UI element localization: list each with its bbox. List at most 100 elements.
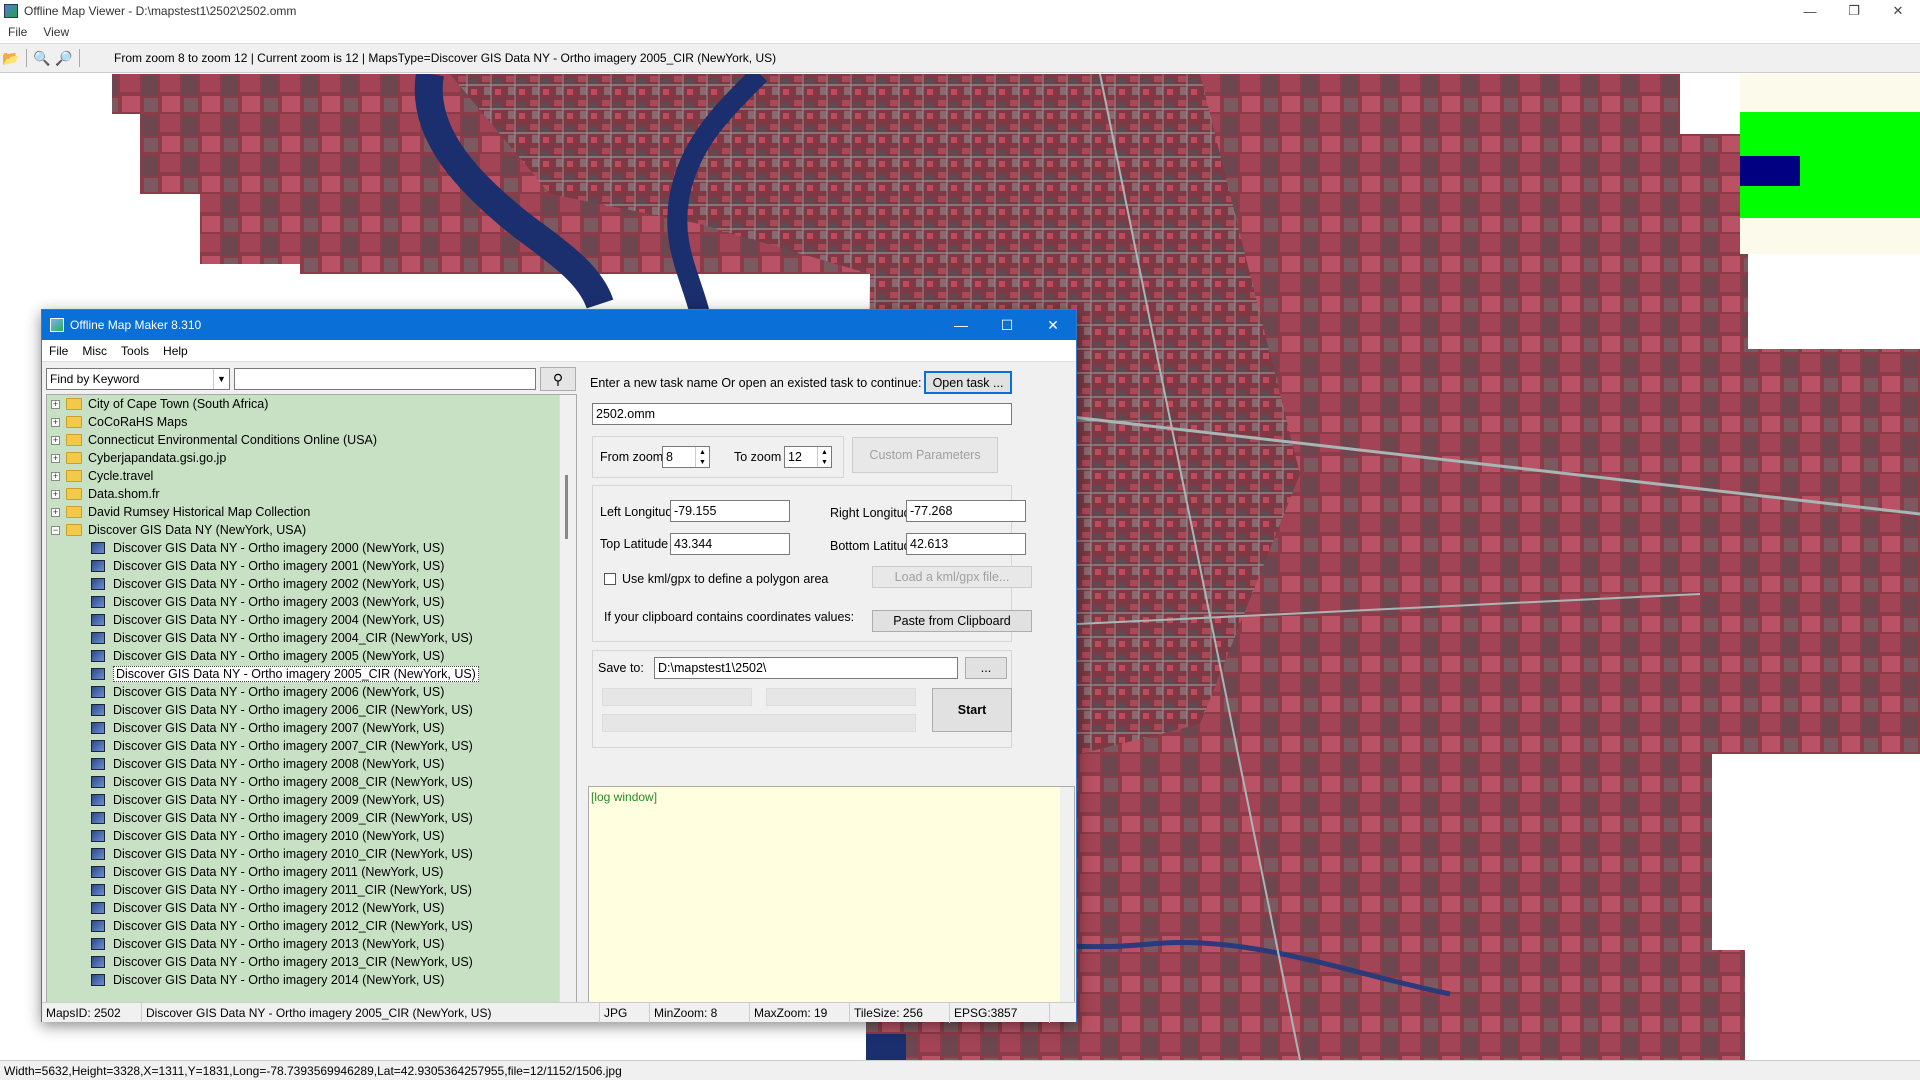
tree-map-item[interactable]: Discover GIS Data NY - Ortho imagery 201…	[47, 845, 576, 863]
tree-folder-item[interactable]: + Data.shom.fr	[47, 485, 576, 503]
expand-icon[interactable]: +	[51, 417, 60, 427]
tree-map-item[interactable]: Discover GIS Data NY - Ortho imagery 200…	[47, 791, 576, 809]
chevron-down-icon[interactable]: ▼	[699, 459, 706, 466]
tree-map-item[interactable]: Discover GIS Data NY - Ortho imagery 200…	[47, 647, 576, 665]
search-button[interactable]: ⚲	[540, 367, 576, 391]
tree-map-item[interactable]: Discover GIS Data NY - Ortho imagery 200…	[47, 773, 576, 791]
tree-map-item[interactable]: Discover GIS Data NY - Ortho imagery 200…	[47, 611, 576, 629]
status-min-zoom: MinZoom: 8	[650, 1002, 750, 1023]
restore-icon[interactable]: ❐	[1832, 0, 1876, 22]
tree-map-item[interactable]: Discover GIS Data NY - Ortho imagery 201…	[47, 935, 576, 953]
to-zoom-spin[interactable]: ▲ ▼	[817, 447, 831, 467]
map-source-tree[interactable]: + City of Cape Town (South Africa) + CoCoRa…	[46, 394, 577, 1008]
expand-icon[interactable]: +	[51, 507, 60, 517]
offline-map-maker-dialog: Offline Map Maker 8.310 — ☐ ✕ File Misc …	[41, 309, 1077, 1023]
tree-map-item[interactable]: Discover GIS Data NY - Ortho imagery 200…	[47, 809, 576, 827]
start-button[interactable]: Start	[932, 688, 1012, 732]
to-zoom-stepper[interactable]: 12 ▲ ▼	[784, 446, 832, 468]
tree-map-item[interactable]: Discover GIS Data NY - Ortho imagery 200…	[47, 683, 576, 701]
close-icon[interactable]: ✕	[1876, 0, 1920, 22]
task-name-input[interactable]: 2502.omm	[592, 403, 1012, 425]
open-folder-icon[interactable]: 📂	[0, 47, 22, 69]
viewer-statusbar: Width=5632,Height=3328,X=1311,Y=1831,Lon…	[0, 1060, 1920, 1080]
top-latitude-input[interactable]: 43.344	[670, 533, 790, 555]
log-scrollbar[interactable]	[1060, 787, 1074, 1007]
left-longitude-input[interactable]: -79.155	[670, 500, 790, 522]
paste-from-clipboard-button[interactable]: Paste from Clipboard	[872, 610, 1032, 632]
dialog-close-icon[interactable]: ✕	[1030, 310, 1076, 340]
right-longitude-input[interactable]: -77.268	[906, 500, 1026, 522]
tree-map-item[interactable]: Discover GIS Data NY - Ortho imagery 200…	[47, 593, 576, 611]
log-window[interactable]: [log window]	[588, 786, 1075, 1008]
chevron-down-icon[interactable]: ▼	[213, 369, 229, 389]
tree-map-item[interactable]: Discover GIS Data NY - Ortho imagery 200…	[47, 557, 576, 575]
tree-folder-item[interactable]: + Cycle.travel	[47, 467, 576, 485]
map-layer-icon	[91, 830, 105, 842]
save-to-input[interactable]: D:\mapstest1\2502\	[654, 657, 958, 679]
from-zoom-spin[interactable]: ▲ ▼	[695, 447, 709, 467]
tree-map-item[interactable]: Discover GIS Data NY - Ortho imagery 201…	[47, 917, 576, 935]
kml-checkbox[interactable]	[604, 573, 616, 585]
open-task-button[interactable]: Open task ...	[924, 371, 1012, 394]
tree-map-item[interactable]: Discover GIS Data NY - Ortho imagery 201…	[47, 899, 576, 917]
tree-item-label: Discover GIS Data NY - Ortho imagery 200…	[113, 685, 445, 699]
chevron-up-icon[interactable]: ▲	[699, 449, 706, 456]
custom-parameters-button[interactable]: Custom Parameters	[852, 437, 998, 473]
tree-folder-item[interactable]: + David Rumsey Historical Map Collection	[47, 503, 576, 521]
dialog-menu-file[interactable]: File	[42, 344, 75, 358]
map-layer-icon	[91, 542, 105, 554]
tree-map-item[interactable]: Discover GIS Data NY - Ortho imagery 200…	[47, 539, 576, 557]
tree-map-item[interactable]: Discover GIS Data NY - Ortho imagery 200…	[47, 701, 576, 719]
tree-item-label: Discover GIS Data NY - Ortho imagery 200…	[113, 577, 445, 591]
tree-map-item[interactable]: Discover GIS Data NY - Ortho imagery 201…	[47, 827, 576, 845]
search-input[interactable]	[234, 368, 536, 390]
tree-folder-item[interactable]: − Discover GIS Data NY (NewYork, USA)	[47, 521, 576, 539]
map-layer-icon	[91, 884, 105, 896]
tree-folder-item[interactable]: + CoCoRaHS Maps	[47, 413, 576, 431]
from-zoom-stepper[interactable]: 8 ▲ ▼	[662, 446, 710, 468]
tree-map-item[interactable]: Discover GIS Data NY - Ortho imagery 201…	[47, 881, 576, 899]
tree-folder-item[interactable]: + Cyberjapandata.gsi.go.jp	[47, 449, 576, 467]
tree-map-item[interactable]: Discover GIS Data NY - Ortho imagery 200…	[47, 575, 576, 593]
expand-icon[interactable]: +	[51, 471, 60, 481]
zoom-out-icon[interactable]: 🔍	[31, 47, 53, 69]
keyword-select[interactable]: Find by Keyword ▼	[46, 368, 230, 390]
viewer-menu-view[interactable]: View	[35, 25, 77, 39]
tree-scrollbar-thumb[interactable]	[565, 475, 568, 539]
expand-icon[interactable]: +	[51, 399, 60, 409]
tree-folder-item[interactable]: + Connecticut Environmental Conditions On…	[47, 431, 576, 449]
viewer-menu-file[interactable]: File	[0, 25, 35, 39]
expand-icon[interactable]: +	[51, 435, 60, 445]
clipboard-prompt-label: If your clipboard contains coordinates v…	[604, 610, 855, 624]
browse-button[interactable]: ...	[965, 657, 1007, 679]
tree-map-item[interactable]: Discover GIS Data NY - Ortho imagery 200…	[47, 755, 576, 773]
tree-map-item[interactable]: Discover GIS Data NY - Ortho imagery 200…	[47, 737, 576, 755]
map-layer-icon	[91, 668, 105, 680]
status-epsg: EPSG:3857	[950, 1002, 1050, 1023]
expand-icon[interactable]: +	[51, 489, 60, 499]
tree-folder-item[interactable]: + City of Cape Town (South Africa)	[47, 395, 576, 413]
dialog-menu-tools[interactable]: Tools	[114, 344, 156, 358]
collapse-icon[interactable]: −	[51, 525, 60, 535]
bottom-latitude-input[interactable]: 42.613	[906, 533, 1026, 555]
map-layer-icon	[91, 632, 105, 644]
tree-scrollbar[interactable]	[559, 395, 576, 1007]
dialog-menu-misc[interactable]: Misc	[75, 344, 114, 358]
chevron-up-icon[interactable]: ▲	[821, 449, 828, 456]
dialog-minimize-icon[interactable]: —	[938, 310, 984, 340]
expand-icon[interactable]: +	[51, 453, 60, 463]
tree-map-item[interactable]: Discover GIS Data NY - Ortho imagery 201…	[47, 971, 576, 989]
load-kml-button[interactable]: Load a kml/gpx file...	[872, 566, 1032, 588]
tree-map-item[interactable]: Discover GIS Data NY - Ortho imagery 200…	[47, 629, 576, 647]
tree-map-item[interactable]: Discover GIS Data NY - Ortho imagery 200…	[47, 665, 576, 683]
dialog-maximize-icon[interactable]: ☐	[984, 310, 1030, 340]
tree-item-label: Discover GIS Data NY - Ortho imagery 200…	[113, 649, 445, 663]
tree-map-item[interactable]: Discover GIS Data NY - Ortho imagery 200…	[47, 719, 576, 737]
chevron-down-icon[interactable]: ▼	[821, 459, 828, 466]
tree-map-item[interactable]: Discover GIS Data NY - Ortho imagery 201…	[47, 863, 576, 881]
dialog-menu-help[interactable]: Help	[156, 344, 195, 358]
dialog-titlebar[interactable]: Offline Map Maker 8.310 — ☐ ✕	[42, 310, 1076, 340]
tree-map-item[interactable]: Discover GIS Data NY - Ortho imagery 201…	[47, 953, 576, 971]
minimize-icon[interactable]: —	[1788, 0, 1832, 22]
zoom-in-icon[interactable]: 🔎	[53, 47, 75, 69]
